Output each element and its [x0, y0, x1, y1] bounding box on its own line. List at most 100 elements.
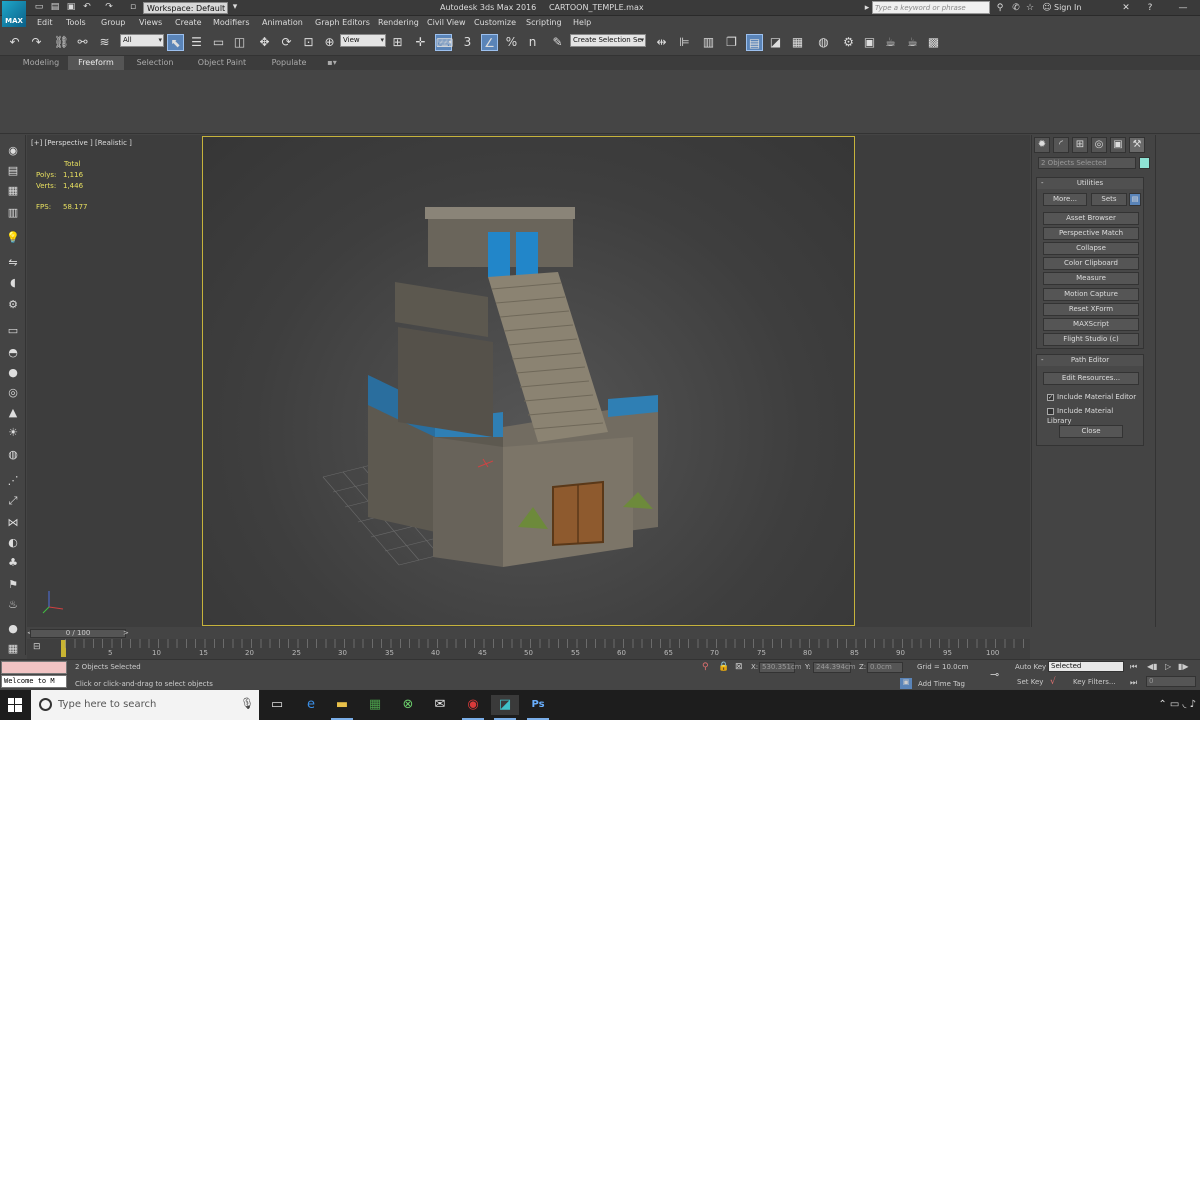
menu-create[interactable]: Create — [175, 17, 202, 29]
track-bar[interactable]: ⊟ 5 10 15 20 25 30 35 40 45 50 55 60 65 … — [27, 639, 1030, 659]
utility-icon[interactable]: ▦ — [5, 641, 21, 657]
menu-help[interactable]: Help — [573, 17, 591, 29]
reset-xform-button[interactable]: Reset XForm — [1043, 303, 1139, 316]
object-color-swatch[interactable] — [1139, 157, 1150, 169]
checkbox-checked-icon[interactable]: ✓ — [1047, 393, 1054, 401]
safe-frame[interactable] — [202, 136, 855, 626]
percent-snap-icon[interactable]: % — [503, 34, 520, 51]
perspective-match-button[interactable]: Perspective Match — [1043, 227, 1139, 240]
3ds-max-taskbar-icon[interactable]: ◪ — [491, 695, 519, 720]
rectangular-selection-icon[interactable]: ▭ — [210, 34, 227, 51]
minimize-icon[interactable]: — — [1170, 1, 1196, 15]
selection-filter-dropdown[interactable]: All — [120, 34, 164, 47]
menu-group[interactable]: Group — [101, 17, 125, 29]
redo-icon[interactable]: ↷ — [104, 2, 114, 13]
biped-icon[interactable]: ⚑ — [5, 577, 21, 593]
hierarchy-tab-icon[interactable]: ⊞ — [1072, 137, 1088, 153]
tab-freeform[interactable]: Freeform — [68, 56, 124, 70]
taskbar-search-input[interactable]: Type here to search — [31, 690, 259, 720]
include-material-editor-checkbox[interactable]: ✓ Include Material Editor — [1047, 392, 1137, 402]
user-icon[interactable]: ☺ — [1042, 1, 1052, 15]
ribbon-toggle-icon[interactable]: ▤ — [746, 34, 763, 51]
exchange-icon[interactable]: ✕ — [1120, 1, 1132, 15]
add-time-tag-button[interactable]: Add Time Tag — [918, 680, 965, 688]
key-filters-button[interactable]: Key Filters... — [1073, 678, 1116, 686]
pointer-icon[interactable]: ⤢ — [5, 493, 21, 509]
menu-modifiers[interactable]: Modifiers — [213, 17, 250, 29]
key-icon[interactable]: ⊸ — [990, 668, 999, 681]
sphere-icon[interactable]: ● — [5, 365, 21, 381]
key-mode-dropdown[interactable]: Selected — [1048, 661, 1124, 672]
favorites-star-icon[interactable]: ☆ — [1024, 1, 1036, 15]
scene-explorer-icon[interactable]: ❐ — [723, 34, 740, 51]
bones-icon[interactable]: ⋈ — [5, 515, 21, 531]
configure-button-sets-icon[interactable]: ▤ — [1129, 193, 1141, 206]
current-frame-field[interactable]: 0 — [1146, 676, 1196, 687]
next-frame-icon[interactable]: ▮▶ — [1178, 662, 1189, 671]
maxscript-mini-listener-pink[interactable] — [1, 661, 67, 674]
foliage-icon[interactable]: ♣ — [5, 555, 21, 571]
auto-key-button[interactable]: Auto Key — [1015, 663, 1046, 671]
collapse-button[interactable]: Collapse — [1043, 242, 1139, 255]
select-manipulate-icon[interactable]: ✛ — [412, 34, 429, 51]
sort-icon[interactable]: ▥ — [5, 205, 21, 221]
redo-icon[interactable]: ↷ — [28, 34, 45, 51]
time-slider[interactable]: 0 / 100 — [30, 629, 126, 638]
y-coordinate-field[interactable]: 244.394cm — [813, 662, 856, 673]
select-object-icon[interactable]: ⬉ — [167, 34, 184, 51]
play-icon[interactable]: ▷ — [1165, 662, 1171, 671]
subscription-icon[interactable]: ✆ — [1010, 1, 1022, 15]
red-app-icon[interactable]: ◉ — [459, 695, 487, 720]
box-icon[interactable]: ▭ — [5, 323, 21, 339]
select-and-link-icon[interactable]: ⛓ — [53, 34, 70, 51]
sign-in-button[interactable]: Sign In — [1054, 1, 1094, 15]
sets-button[interactable]: Sets — [1091, 193, 1127, 206]
menu-scripting[interactable]: Scripting — [526, 17, 562, 29]
utilities-tab-icon[interactable]: ⚒ — [1129, 137, 1145, 153]
curve-editor-icon[interactable]: ◪ — [767, 34, 784, 51]
scene-explorer-icon[interactable]: ▤ — [5, 163, 21, 179]
checkbox-unchecked-icon[interactable] — [1047, 407, 1054, 415]
temple-model[interactable] — [203, 137, 854, 625]
undo-icon[interactable]: ↶ — [6, 34, 23, 51]
named-selection-dropdown[interactable]: Create Selection Se — [570, 34, 646, 47]
more-button[interactable]: More... — [1043, 193, 1087, 206]
eye-icon[interactable]: ◉ — [5, 143, 21, 159]
mail-icon[interactable]: ✉ — [426, 695, 454, 715]
photoshop-icon[interactable]: Ps — [524, 695, 552, 720]
lock-icon[interactable]: 🔒 — [718, 662, 729, 672]
display-tab-icon[interactable]: ▣ — [1110, 137, 1126, 153]
asset-browser-button[interactable]: Asset Browser — [1043, 212, 1139, 225]
schematic-view-icon[interactable]: ▦ — [789, 34, 806, 51]
microphone-icon[interactable]: 🎙 — [240, 697, 254, 710]
pivot-center-icon[interactable]: ⊞ — [389, 34, 406, 51]
menu-rendering[interactable]: Rendering — [378, 17, 419, 29]
bind-space-warp-icon[interactable]: ≋ — [96, 34, 113, 51]
xbox-icon[interactable]: ⊗ — [394, 695, 422, 715]
maxscript-button[interactable]: MAXScript — [1043, 318, 1139, 331]
menu-edit[interactable]: Edit — [37, 17, 53, 29]
workspace-dropdown[interactable]: Workspace: Default — [143, 2, 228, 14]
display-sphere-icon[interactable]: ● — [5, 621, 21, 637]
z-coordinate-field[interactable]: 0.0cm — [867, 662, 903, 673]
key-mode-toggle-icon[interactable]: ⏭ — [1130, 678, 1137, 688]
app-logo[interactable]: MAX — [2, 1, 26, 27]
hemisphere-icon[interactable]: ◓ — [5, 345, 21, 361]
globe-icon[interactable]: ◐ — [5, 535, 21, 551]
set-key-button[interactable]: Set Key — [1017, 678, 1043, 686]
render-iterative-icon[interactable]: ☕ — [904, 34, 921, 51]
task-view-icon[interactable]: ▭ — [263, 695, 291, 715]
angle-snap-icon[interactable]: ∠ — [481, 34, 498, 51]
help-button[interactable]: ? — [1144, 1, 1156, 15]
menu-tools[interactable]: Tools — [66, 17, 86, 29]
set-keys-curve-icon[interactable]: √ — [1050, 677, 1056, 687]
include-material-library-checkbox[interactable]: Include Material Library — [1047, 406, 1137, 425]
x-coordinate-field[interactable]: 530.351cm — [759, 662, 802, 673]
snaps-toggle-icon[interactable]: 3 — [459, 34, 476, 51]
particles-icon[interactable]: ⋰ — [5, 473, 21, 489]
scale-icon[interactable]: ⊡ — [300, 34, 317, 51]
systems-icon[interactable]: ⚙ — [5, 297, 21, 313]
edit-resources-button[interactable]: Edit Resources... — [1043, 372, 1139, 385]
tab-populate[interactable]: Populate — [262, 56, 316, 70]
color-clipboard-button[interactable]: Color Clipboard — [1043, 257, 1139, 270]
